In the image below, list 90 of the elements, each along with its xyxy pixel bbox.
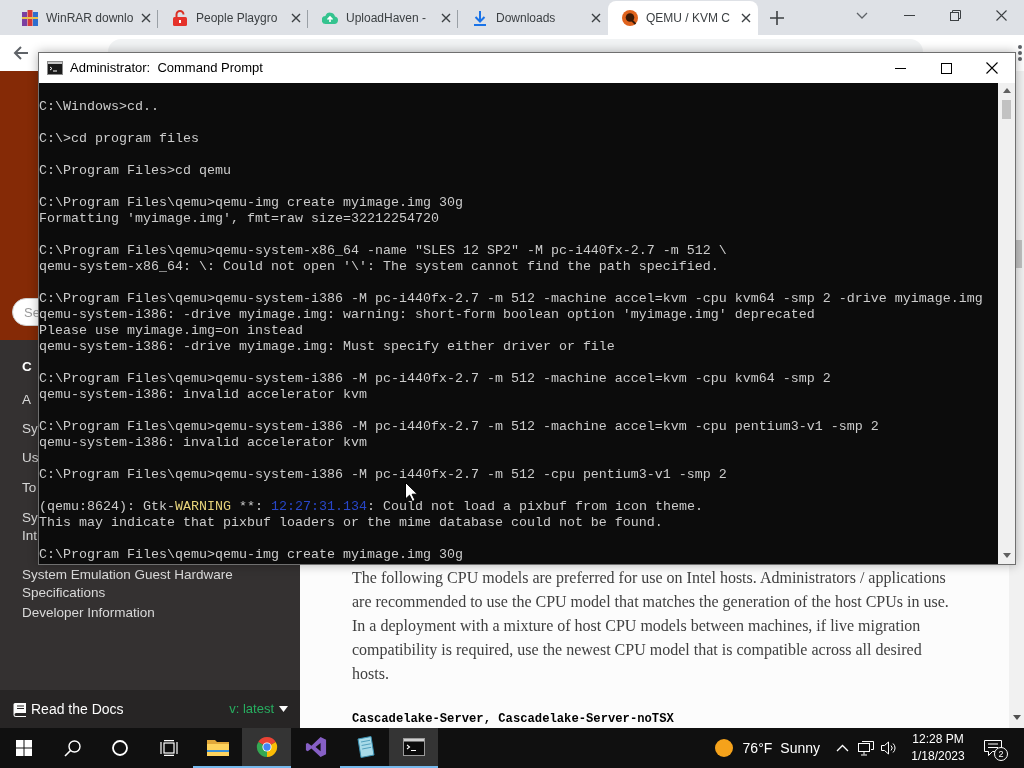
caret-up-icon[interactable] [1002, 88, 1011, 93]
close-icon[interactable] [591, 13, 601, 23]
ring-icon [112, 740, 128, 756]
console-line: qemu-system-x86_64: \: Could not open '\': The system cannot find the path specified. [39, 259, 719, 275]
nav-caption: C [22, 358, 32, 376]
console-line: C:\Program Files\qemu>qemu-system-x86_64 -name "SLES 12 SP2" -M pc-i440fx-2.7 -m 512 \ [39, 243, 727, 259]
folder-icon [206, 738, 229, 756]
console-line: C:\Program Files\qemu>qemu-img create myimage.img 30g [39, 195, 463, 211]
caret-down-icon[interactable] [1012, 715, 1021, 720]
windows-logo-icon [16, 740, 32, 756]
console-line: C:\Windows>cd.. [39, 99, 159, 115]
caret-down-icon [279, 706, 288, 712]
console-line: Please use myimage.img=on instead [39, 323, 303, 339]
scrollbar[interactable] [1009, 565, 1024, 728]
window-title: Administrator: Command Prompt [70, 59, 263, 78]
nav-link[interactable]: Us [22, 449, 39, 467]
temperature-text: 76°F [742, 738, 773, 758]
console-line: qemu-system-i386: -drive myimage.img: Must specify either driver or file [39, 339, 615, 355]
close-icon[interactable] [995, 9, 1007, 21]
close-icon[interactable] [291, 13, 301, 23]
book-icon [12, 701, 27, 717]
nav-link[interactable]: Sy [22, 420, 38, 438]
browser-tab[interactable]: QEMU / KVM C [608, 1, 758, 35]
weather-condition: Sunny [780, 738, 820, 758]
browser-tab[interactable]: WinRAR downlo [8, 1, 158, 35]
console-line: C:\Program Files\qemu>qemu-system-i386 -M pc-i440fx-2.7 -m 512 -cpu pentium3-v1 -smp 2 [39, 467, 727, 483]
mouse-pointer-icon [405, 482, 418, 502]
cloud-upload-icon [322, 10, 338, 26]
caret-down-icon[interactable] [1002, 553, 1011, 558]
console-line: qemu-system-i386: invalid accelerator kvm [39, 387, 367, 403]
nav-link[interactable]: Sy Int [22, 509, 38, 545]
terminal-icon [47, 61, 63, 75]
notification-count: 2 [994, 747, 1008, 761]
document-icon [354, 736, 375, 758]
chevron-up-icon[interactable] [836, 744, 849, 752]
scrollbar-thumb[interactable] [1002, 100, 1011, 119]
console-line: C:\Program Files>cd qemu [39, 163, 231, 179]
plus-icon[interactable] [770, 11, 784, 25]
nav-link[interactable]: A [22, 391, 31, 409]
console-line: Formatting 'myimage.img', fmt=raw size=32212254720 [39, 211, 439, 227]
browser-tab[interactable]: Downloads [458, 1, 608, 35]
task-view-icon [159, 740, 178, 756]
scrollbar-thumb[interactable] [1016, 240, 1022, 268]
close-icon[interactable] [986, 62, 998, 74]
clock-date[interactable]: 1/18/2023 [911, 748, 965, 765]
console-line: C:\Program Files\qemu>qemu-img create myimage.img 30g [39, 547, 463, 563]
console-line: qemu-system-i386: -drive myimage.img: warning: short-form boolean option 'myimage.img' deprecated [39, 307, 815, 323]
download-icon [472, 10, 488, 26]
console-line: This may indicate that pixbuf loaders or the mime database could not be found. [39, 515, 663, 531]
browser-tab[interactable]: People Playgro [158, 1, 308, 35]
lock-icon [172, 10, 188, 26]
close-icon[interactable] [441, 13, 451, 23]
speaker-icon[interactable] [881, 741, 896, 755]
console-line: C:\Program Files\qemu>qemu-system-i386 -M pc-i440fx-2.7 -m 512 -machine accel=kvm -cpu pentium3-v1 -smp 2 [39, 419, 879, 435]
console-line: C:\Program Files\qemu>qemu-system-i386 -M pc-i440fx-2.7 -m 512 -machine accel=kvm -cpu kvm64 -smp 2 -drive myimage.img [39, 291, 983, 307]
nav-link[interactable]: System Emulation Guest Hardware Specifications [22, 566, 300, 602]
console-line: C:\>cd program files [39, 131, 199, 147]
visual-studio-icon [304, 736, 327, 758]
terminal-icon [402, 738, 425, 756]
browser-tab[interactable]: UploadHaven - [308, 1, 458, 35]
close-icon[interactable] [141, 13, 151, 23]
version-selector[interactable]: v: latest [229, 699, 288, 719]
scrollbar[interactable] [1016, 71, 1024, 565]
kebab-menu-icon[interactable] [1018, 45, 1022, 61]
minimize-icon[interactable] [903, 14, 915, 16]
paragraph: The following CPU models are preferred for use on Intel hosts. Administrators / applications are recommended to use the CPU model that matches the generation of the host CPUs in use. In a deployment with a mixture of host CPU models between machines, if live migration compatibility is required, use the newest CPU model that is compatible across all desired hosts. [352, 568, 950, 684]
chevron-down-icon[interactable] [856, 11, 868, 19]
brand-link[interactable]: Read the Docs [31, 698, 124, 720]
console-line: C:\Program Files\qemu>qemu-system-i386 -M pc-i440fx-2.7 -m 512 -machine accel=kvm -cpu kvm64 -smp 2 [39, 371, 831, 387]
nav-link[interactable]: Developer Information [22, 604, 155, 622]
taskbar-button[interactable] [242, 728, 291, 768]
close-icon[interactable] [741, 13, 751, 23]
sun-icon [714, 739, 733, 757]
nav-link[interactable]: To [22, 479, 37, 497]
back-arrow-icon[interactable] [13, 45, 29, 61]
network-icon[interactable] [858, 740, 874, 756]
round-logo-icon [622, 10, 638, 26]
search-icon [63, 739, 81, 757]
restore-icon[interactable] [949, 9, 961, 21]
minimize-icon[interactable] [894, 67, 906, 69]
chrome-icon [255, 736, 278, 758]
console-line: (qemu:8624): Gtk-WARNING **: 12:27:31.134: Could not load a pixbuf from icon theme. [39, 499, 703, 515]
console-line: qemu-system-i386: invalid accelerator kvm [39, 435, 367, 451]
maximize-icon[interactable] [940, 62, 952, 74]
cpu-model-names: Cascadelake-Server, Cascadelake-Server-noTSX [352, 711, 674, 727]
books-icon [22, 10, 38, 26]
clock-time[interactable]: 12:28 PM [912, 731, 964, 748]
taskbar-button[interactable] [389, 728, 438, 768]
scrollbar[interactable] [998, 83, 1015, 564]
notification-icon[interactable] [984, 740, 1002, 756]
